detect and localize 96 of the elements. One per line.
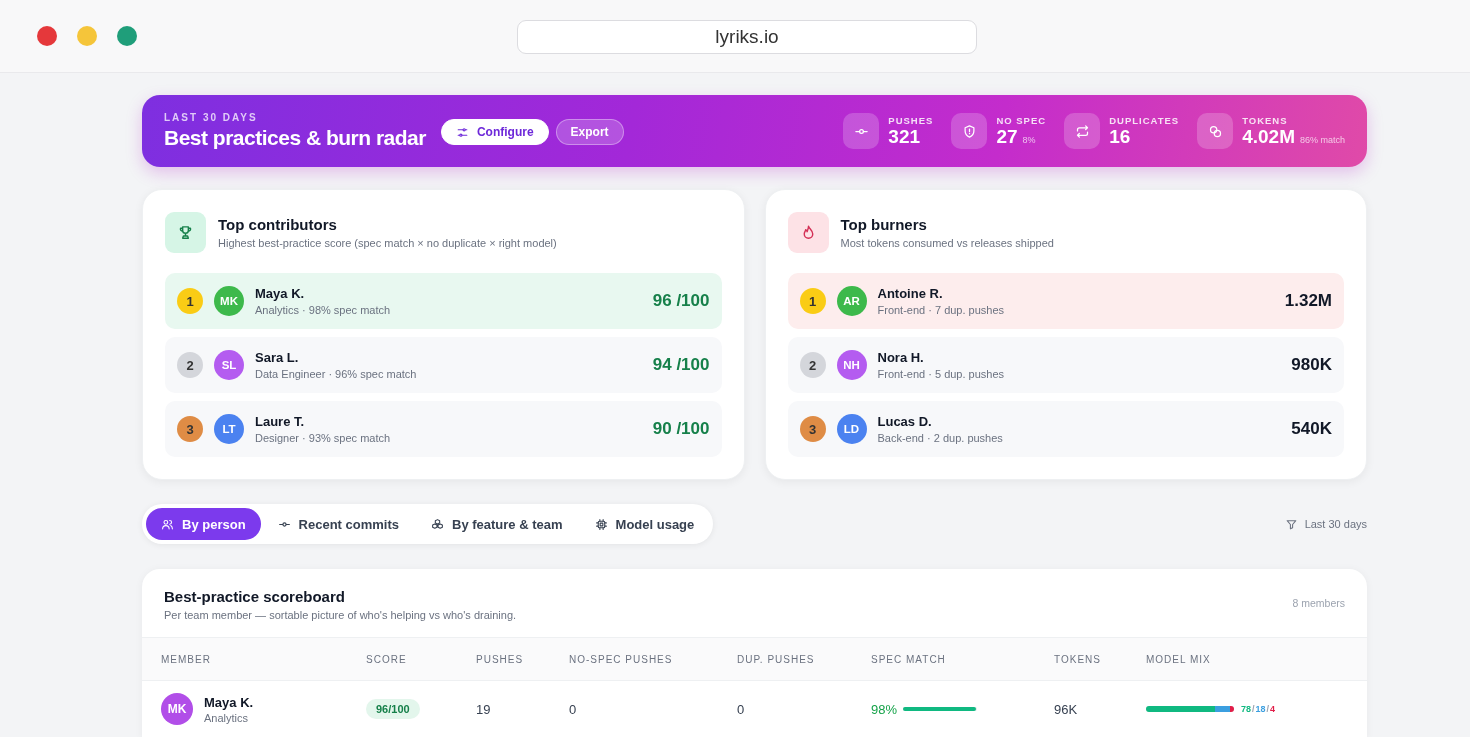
person-detail: Front-end · 5 dup. pushes [877,368,1005,380]
card-subtitle: Most tokens consumed vs releases shipped [840,237,1054,249]
stat-value: 4.02M [1242,125,1295,148]
trophy-icon [177,224,194,241]
card-subtitle: Highest best-practice score (spec match × no duplicate × right model) [218,237,557,249]
avatar: MK [161,693,193,725]
avatar: LT [214,414,244,444]
card-title: Top contributors [218,216,338,233]
column-header[interactable]: DUP. PUSHES [737,653,815,665]
ranking-row[interactable]: 3 LT Laure T. Designer · 93% spec match 90 /100 [165,401,722,457]
stat-value: 27 [996,125,1018,148]
coins-icon [1207,123,1223,139]
avatar: MK [214,286,244,316]
stat-label: DUPLICATES [1109,114,1180,126]
rank-badge: 2 [177,352,203,378]
page-title: Best practices & burn radar [164,126,426,150]
stat-label: TOKENS [1242,114,1289,126]
people-icon [161,517,174,531]
person-name: Lucas D. [877,414,933,429]
column-header[interactable]: SCORE [366,653,407,665]
model-mix-value: 18 [1255,704,1266,714]
column-header[interactable]: SPEC MATCH [871,653,946,665]
stat-label: PUSHES [888,114,934,126]
table-cell: 0 [737,701,745,717]
person-name: Sara L. [255,350,300,365]
ranking-row[interactable]: 1 AR Antoine R. Front-end · 7 dup. pushes 1.32M [787,273,1344,329]
person-name: Maya K. [255,286,306,301]
token-count: 980K [1291,355,1332,375]
person-detail: Data Engineer · 96% spec match [255,368,417,380]
person-detail: Designer · 93% spec match [255,432,391,444]
export-button[interactable]: Export [555,119,624,145]
date-filter[interactable]: Last 30 days [1284,517,1367,531]
tab[interactable]: By person [146,508,261,540]
close-window-button[interactable] [37,26,57,46]
rank-badge: 2 [799,352,826,378]
rank-badge: 1 [799,288,826,314]
rank-badge: 3 [799,416,826,442]
stat-label: NO SPEC [996,114,1047,126]
tab[interactable]: By feature & team [416,508,578,540]
score-pill: 96/100 [366,699,420,719]
avatar: SL [214,350,244,380]
card-title: Top burners [840,216,928,233]
table-cell: 96K [1054,701,1078,717]
spec-match-value: 98% [871,701,898,717]
score-value: 96 /100 [652,291,710,311]
separator: / [1266,704,1270,714]
model-mix-value: 4 [1270,704,1276,714]
rank-badge: 1 [177,288,203,314]
avatar: LD [836,414,867,444]
member-team: Analytics [204,711,250,724]
person-name: Antoine R. [877,286,944,301]
stat-value: 16 [1109,125,1131,148]
maximize-window-button[interactable] [117,26,137,46]
chip-icon [594,517,608,531]
cubes-icon [431,517,444,531]
rank-badge: 3 [177,416,203,442]
column-header[interactable]: NO-SPEC PUSHES [569,653,673,665]
stat-note: 86% match [1299,134,1345,145]
section-title: Best-practice scoreboard [164,588,346,605]
eyebrow-label: LAST 30 DAYS [164,112,259,123]
person-detail: Analytics · 98% spec match [255,304,391,316]
sliders-icon [455,125,469,139]
tab[interactable]: Recent commits [262,508,414,540]
token-count: 540K [1291,419,1332,439]
stat-note: 8% [1022,134,1036,145]
stat-value: 321 [888,125,920,148]
filter-icon [1284,517,1298,531]
token-count: 1.32M [1284,291,1332,311]
ranking-row[interactable]: 2 NH Nora H. Front-end · 5 dup. pushes 980K [787,337,1344,393]
column-header[interactable]: MEMBER [161,653,211,665]
repeat-icon [1074,123,1090,139]
section-subtitle: Per team member — sortable picture of who's helping vs who's draining. [164,609,517,621]
member-count: 8 members [1292,597,1345,609]
model-mix-value: 78 [1241,704,1251,714]
table-cell: 19 [476,701,491,717]
column-header[interactable]: PUSHES [476,653,524,665]
avatar: AR [836,286,867,316]
table-cell: 0 [569,701,577,717]
person-name: Nora H. [877,350,925,365]
ranking-row[interactable]: 1 MK Maya K. Analytics · 98% spec match 96 /100 [165,273,722,329]
ranking-row[interactable]: 2 SL Sara L. Data Engineer · 96% spec match 94 /100 [165,337,722,393]
address-bar[interactable]: lyriks.io [517,20,977,54]
member-name: Maya K. [204,694,254,710]
column-header[interactable]: MODEL MIX [1146,653,1211,665]
avatar: NH [836,350,867,380]
ranking-row[interactable]: 3 LD Lucas D. Back-end · 2 dup. pushes 540K [787,401,1344,457]
score-value: 94 /100 [652,355,710,375]
shield-icon [961,123,977,139]
column-header[interactable]: TOKENS [1054,653,1101,665]
person-detail: Front-end · 7 dup. pushes [877,304,1005,316]
score-value: 90 /100 [652,419,710,439]
tab[interactable]: Model usage [579,508,710,540]
person-detail: Back-end · 2 dup. pushes [877,432,1003,444]
separator: / [1252,704,1255,714]
configure-button[interactable]: Configure [440,119,549,145]
person-name: Laure T. [255,414,306,429]
